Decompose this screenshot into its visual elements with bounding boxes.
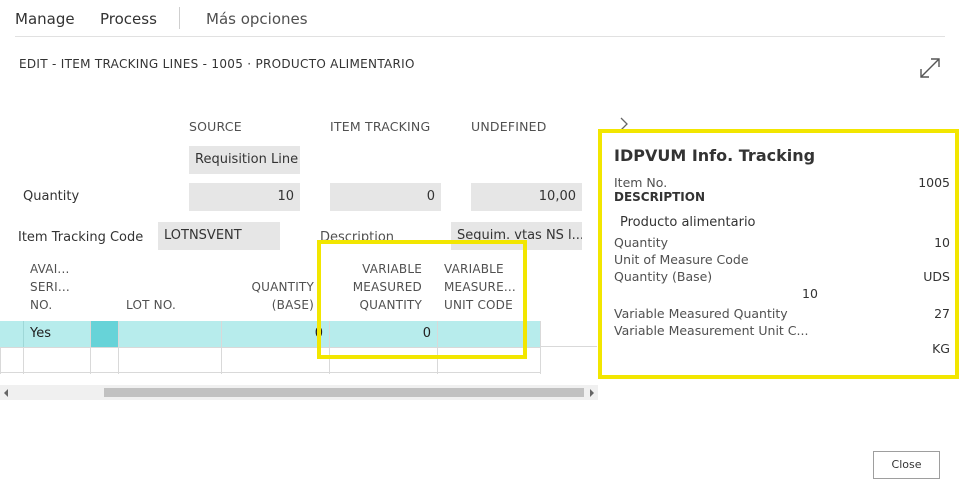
- col-qty-base-line2: (BASE): [271, 298, 314, 312]
- scrollbar-thumb[interactable]: [104, 388, 584, 397]
- header-item-tracking: ITEM TRACKING: [330, 119, 431, 134]
- menu-divider: [179, 7, 180, 29]
- quantity-label: Quantity: [23, 189, 80, 204]
- menu-more-options[interactable]: Más opciones: [206, 10, 308, 28]
- header-source: SOURCE: [189, 119, 242, 134]
- menu-process[interactable]: Process: [100, 10, 157, 28]
- col-quantity-base[interactable]: QUANTITY (BASE): [222, 278, 314, 314]
- row-marker-cell[interactable]: [91, 321, 119, 347]
- empty-cell[interactable]: [119, 348, 222, 374]
- source-type-field: Requisition Line: [189, 146, 300, 174]
- page-title: EDIT - ITEM TRACKING LINES - 1005 · PROD…: [19, 57, 415, 71]
- header-undefined: UNDEFINED: [471, 119, 547, 134]
- quantity-item-tracking-field: 0: [330, 183, 441, 211]
- quantity-source-field: 10: [189, 183, 300, 211]
- expand-icon[interactable]: [918, 56, 942, 80]
- empty-cell[interactable]: [91, 348, 119, 374]
- empty-cell[interactable]: [0, 348, 24, 374]
- highlight-variable-columns: [317, 240, 527, 359]
- row-select-cell[interactable]: [0, 321, 24, 347]
- cell-quantity-base[interactable]: 0: [222, 321, 330, 347]
- scroll-left-icon[interactable]: [4, 389, 8, 397]
- col-avail-line3: NO.: [30, 298, 53, 312]
- quantity-undefined-field: 10,00: [471, 183, 582, 211]
- empty-cell[interactable]: [24, 348, 91, 374]
- col-qty-base-line1: QUANTITY: [251, 280, 314, 294]
- cell-lot-no[interactable]: [119, 321, 222, 347]
- col-avail-line2: SERI...: [30, 280, 70, 294]
- highlight-factbox: [598, 129, 959, 379]
- cell-avail[interactable]: Yes: [24, 321, 91, 347]
- row-filler: [541, 321, 597, 347]
- menu-manage[interactable]: Manage: [15, 10, 75, 28]
- col-lot-no[interactable]: LOT NO.: [126, 296, 176, 314]
- item-tracking-code-label: Item Tracking Code: [18, 230, 144, 245]
- item-tracking-code-field: LOTNSVENT: [158, 222, 280, 250]
- col-avail-line1: AVAI...: [30, 262, 70, 276]
- close-button[interactable]: Close: [873, 451, 940, 479]
- menu-divider-line: [15, 36, 945, 37]
- scroll-right-icon[interactable]: [590, 389, 594, 397]
- col-avail-serial-no[interactable]: AVAI... SERI... NO.: [30, 260, 90, 314]
- horizontal-scrollbar[interactable]: [0, 385, 598, 400]
- empty-cell[interactable]: [222, 348, 330, 374]
